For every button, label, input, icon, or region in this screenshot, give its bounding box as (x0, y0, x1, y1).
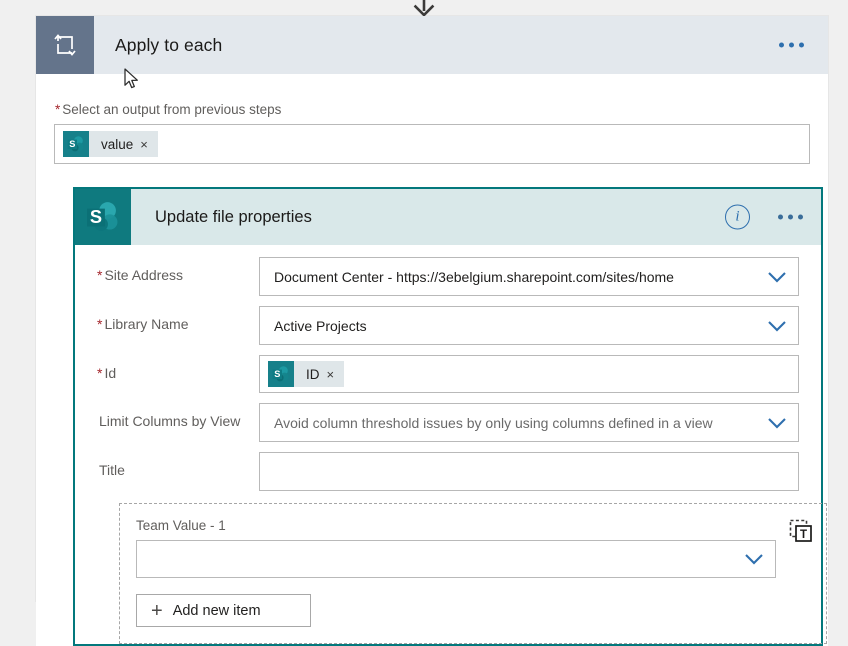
site-address-dropdown[interactable]: Document Center - https://3ebelgium.shar… (259, 257, 799, 296)
svg-text:T: T (800, 529, 807, 541)
update-file-properties-menu-button[interactable] (776, 209, 805, 226)
apply-to-each-card[interactable]: Apply to each * Select an output from pre… (36, 16, 828, 646)
field-row-id: * Id S ID × (97, 355, 799, 393)
svg-text:S: S (69, 139, 75, 149)
select-output-label-text: Select an output from previous steps (62, 102, 282, 117)
token-chip-id[interactable]: S ID × (268, 361, 345, 387)
chevron-down-icon[interactable] (739, 553, 769, 565)
token-remove-icon[interactable]: × (140, 138, 158, 151)
team-value-dropdown[interactable] (136, 540, 776, 578)
chevron-down-icon[interactable] (762, 417, 792, 429)
add-new-item-button[interactable]: + Add new item (136, 594, 311, 627)
info-icon[interactable]: i (725, 204, 750, 230)
loop-repeat-icon (36, 16, 94, 74)
apply-to-each-header[interactable]: Apply to each (36, 16, 828, 74)
team-value-group: Team Value - 1 T + Add new item (119, 503, 827, 644)
library-name-dropdown[interactable]: Active Projects (259, 306, 799, 345)
ellipsis-dot (778, 214, 783, 220)
update-file-properties-body: * Site Address Document Center - https://… (75, 245, 827, 644)
label-site-address: * Site Address (97, 257, 259, 284)
plus-icon: + (151, 599, 163, 622)
update-file-properties-title: Update file properties (155, 207, 312, 226)
action-header-tools: i (725, 204, 805, 230)
limit-columns-by-view-dropdown[interactable]: Avoid column threshold issues by only us… (259, 403, 799, 442)
update-file-properties-header[interactable]: S Update file properties i (75, 189, 821, 245)
token-label: value (101, 136, 134, 152)
add-new-item-label: Add new item (172, 602, 261, 619)
ellipsis-dot (779, 42, 784, 48)
library-name-value: Active Projects (274, 317, 367, 334)
label-text: Site Address (104, 267, 184, 283)
required-asterisk: * (97, 267, 103, 283)
title-input[interactable] (259, 452, 799, 491)
select-output-input[interactable]: S value × (54, 124, 810, 164)
site-address-value: Document Center - https://3ebelgium.shar… (274, 268, 674, 285)
apply-to-each-title: Apply to each (115, 34, 223, 55)
update-file-properties-card[interactable]: S Update file properties i * Site Addres… (73, 187, 827, 646)
field-row-title: Title (97, 452, 799, 491)
team-value-label: Team Value - 1 (136, 518, 226, 533)
label-text: Limit Columns by View (99, 413, 241, 429)
flow-connector (0, 0, 848, 16)
token-chip-value[interactable]: S value × (63, 131, 158, 157)
chevron-down-icon[interactable] (762, 320, 792, 332)
label-text: Library Name (104, 316, 189, 332)
token-label: ID (306, 366, 320, 382)
field-row-limit-columns-by-view: Limit Columns by View Avoid column thres… (97, 403, 799, 442)
select-output-label: * Select an output from previous steps (54, 74, 810, 124)
label-id: * Id (97, 355, 259, 382)
arrow-down-icon (413, 0, 435, 16)
field-row-library-name: * Library Name Active Projects (97, 306, 799, 345)
ellipsis-dot (788, 214, 793, 220)
label-text: Id (104, 365, 117, 381)
apply-to-each-body: * Select an output from previous steps S … (36, 74, 828, 646)
ellipsis-dot (798, 214, 803, 220)
token-remove-icon[interactable]: × (327, 368, 345, 381)
required-asterisk: * (97, 365, 103, 381)
apply-to-each-menu-button[interactable] (773, 35, 810, 56)
svg-text:S: S (90, 206, 102, 227)
ellipsis-dot (799, 42, 804, 48)
chevron-down-icon[interactable] (762, 271, 792, 283)
limit-columns-by-view-value: Avoid column threshold issues by only us… (274, 414, 713, 431)
ellipsis-dot (789, 42, 794, 48)
label-limit-columns-by-view: Limit Columns by View (97, 403, 259, 430)
text-mode-icon[interactable]: T (788, 518, 814, 544)
required-asterisk: * (97, 316, 103, 332)
sharepoint-icon: S (63, 131, 89, 157)
id-input[interactable]: S ID × (259, 355, 799, 393)
required-asterisk: * (55, 102, 61, 117)
svg-text:S: S (274, 369, 280, 379)
field-row-site-address: * Site Address Document Center - https://… (97, 257, 799, 296)
label-text: Title (99, 462, 125, 478)
sharepoint-icon: S (75, 189, 131, 245)
label-library-name: * Library Name (97, 306, 259, 333)
label-title: Title (97, 452, 259, 479)
sharepoint-icon: S (268, 361, 294, 387)
